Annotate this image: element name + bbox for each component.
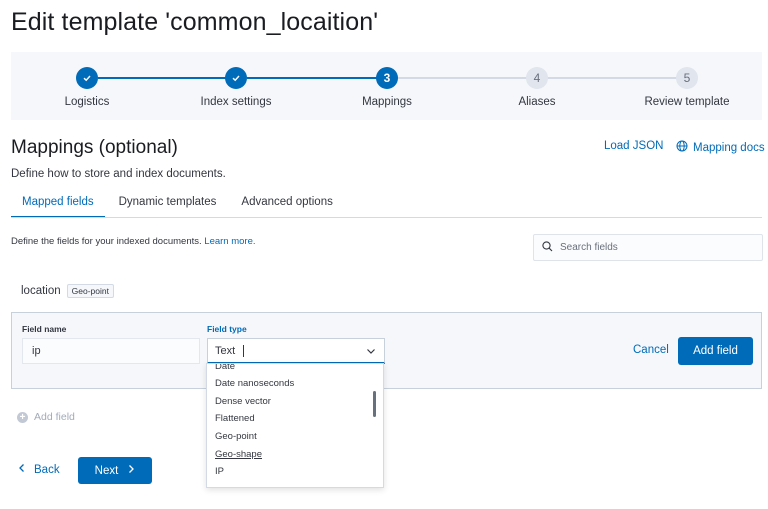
field-row-location: location Geo-point: [21, 284, 114, 298]
new-field-panel: Field name Field type Text Cancel Add fi…: [11, 312, 762, 389]
text-cursor: [243, 344, 245, 357]
step-number: 5: [676, 67, 698, 89]
back-button[interactable]: Back: [18, 463, 60, 476]
section-description: Define how to store and index documents.: [11, 168, 226, 180]
page-title: Edit template 'common_locaition': [11, 8, 379, 36]
next-button[interactable]: Next: [78, 457, 152, 484]
step-label: Logistics: [64, 96, 110, 108]
chevron-right-icon: [127, 464, 135, 477]
option-geo-shape[interactable]: Geo-shape: [215, 446, 375, 463]
step-label: Review template: [644, 96, 730, 108]
search-input[interactable]: [560, 242, 740, 253]
step-number: 3: [376, 67, 398, 89]
mapping-tabs: Mapped fields Dynamic templates Advanced…: [11, 190, 347, 218]
check-icon: [225, 67, 247, 89]
next-label: Next: [94, 464, 119, 477]
search-fields[interactable]: [533, 234, 763, 261]
field-name-input[interactable]: [22, 338, 200, 364]
chevron-down-icon[interactable]: [366, 346, 376, 359]
add-field-link[interactable]: + Add field: [17, 411, 75, 423]
option-geo-point[interactable]: Geo-point: [215, 428, 375, 445]
step-logistics[interactable]: Logistics: [7, 67, 167, 108]
step-aliases[interactable]: 4 Aliases: [457, 67, 617, 108]
step-label: Aliases: [518, 96, 556, 108]
field-name-label: Field name: [22, 324, 67, 334]
option-dense-vector[interactable]: Dense vector: [215, 393, 375, 410]
learn-more-link[interactable]: Learn more.: [204, 236, 255, 247]
check-icon: [76, 67, 98, 89]
option-ip[interactable]: IP: [215, 463, 375, 480]
add-field-button[interactable]: Add field: [678, 337, 753, 365]
mapping-docs-label: Mapping docs: [693, 141, 765, 154]
fields-description: Define the fields for your indexed docum…: [11, 236, 256, 247]
tab-mapped-fields[interactable]: Mapped fields: [11, 190, 105, 218]
globe-icon: [676, 140, 688, 155]
option-date-nanoseconds[interactable]: Date nanoseconds: [215, 375, 375, 392]
mapping-docs-link[interactable]: Mapping docs: [676, 140, 765, 155]
step-number: 4: [526, 67, 548, 89]
field-name: location: [21, 285, 61, 297]
option-date[interactable]: Date: [215, 364, 375, 375]
step-label: Index settings: [200, 96, 272, 108]
dropdown-scrollbar[interactable]: [373, 391, 376, 417]
chevron-left-icon: [18, 463, 26, 476]
plus-circle-icon: +: [17, 411, 28, 423]
step-review-template[interactable]: 5 Review template: [607, 67, 767, 108]
step-label: Mappings: [362, 96, 412, 108]
add-field-label: Add field: [34, 411, 75, 423]
load-json-link[interactable]: Load JSON: [604, 140, 663, 152]
field-type-label: Field type: [207, 324, 247, 334]
tab-dynamic-templates[interactable]: Dynamic templates: [108, 190, 228, 218]
field-type-combobox[interactable]: Text: [207, 338, 385, 364]
field-type-value: Text: [215, 344, 236, 357]
option-flattened[interactable]: Flattened: [215, 410, 375, 427]
cancel-button[interactable]: Cancel: [633, 344, 669, 356]
steps-bar: Logistics Index settings 3 Mappings 4 Al…: [11, 52, 762, 120]
search-icon: [542, 239, 553, 257]
field-type-badge: Geo-point: [66, 284, 114, 298]
back-label: Back: [34, 463, 60, 476]
fields-description-text: Define the fields for your indexed docum…: [11, 236, 202, 247]
step-index-settings[interactable]: Index settings: [156, 67, 316, 108]
step-mappings[interactable]: 3 Mappings: [307, 67, 467, 108]
section-title: Mappings (optional): [11, 137, 178, 158]
load-json-label: Load JSON: [604, 140, 664, 152]
field-type-dropdown[interactable]: Date Date nanoseconds Dense vector Flatt…: [206, 363, 384, 488]
tab-advanced-options[interactable]: Advanced options: [230, 190, 343, 218]
tabs-divider: [11, 217, 762, 218]
